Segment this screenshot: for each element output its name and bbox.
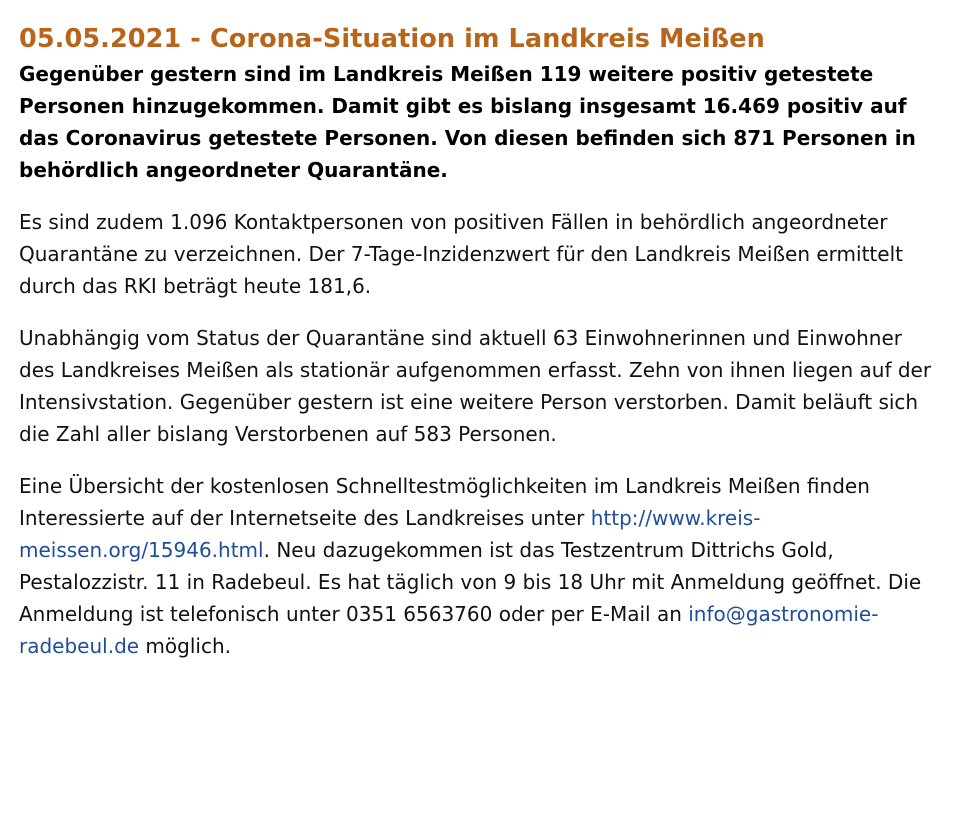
article: 05.05.2021 - Corona-Situation im Landkre…: [0, 0, 956, 662]
paragraph-text: möglich.: [139, 634, 231, 658]
paragraph-contacts: Es sind zudem 1.096 Kontaktpersonen von …: [19, 210, 903, 298]
article-lead: Gegenüber gestern sind im Landkreis Meiß…: [19, 62, 916, 182]
paragraph-hospital: Unabhängig vom Status der Quarantäne sin…: [19, 326, 932, 446]
paragraph-testing: Eine Übersicht der kostenlosen Schnellte…: [19, 470, 936, 662]
article-title: 05.05.2021 - Corona-Situation im Landkre…: [19, 24, 765, 54]
